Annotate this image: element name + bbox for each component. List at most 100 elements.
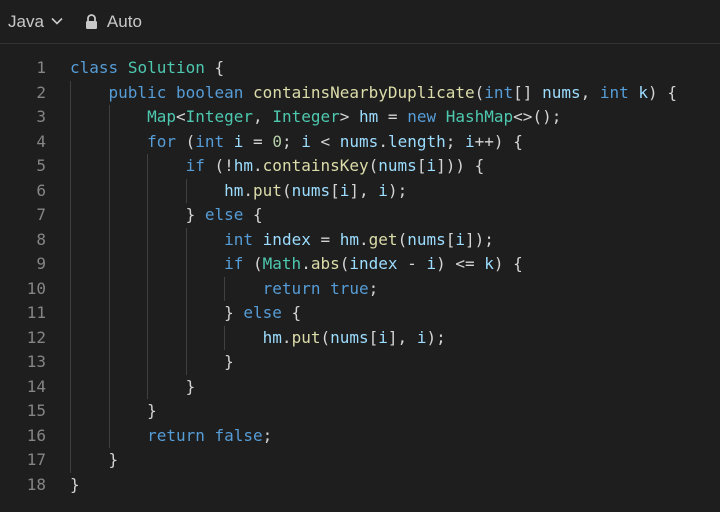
code-token: <>(); <box>513 107 562 126</box>
code-line[interactable]: 8 int index = hm.get(nums[i]); <box>0 228 720 253</box>
code-text: class Solution { <box>70 56 224 81</box>
code-token: < <box>175 107 186 126</box>
code-token: ( <box>243 254 263 273</box>
lock-icon <box>85 13 98 30</box>
language-selector[interactable]: Java <box>8 12 63 32</box>
code-token: [ <box>445 229 456 249</box>
line-number: 2 <box>36 82 46 102</box>
code-token: { <box>281 303 302 322</box>
code-line[interactable]: 3 Map<Integer, Integer> hm = new HashMap… <box>0 105 720 130</box>
code-token: [ <box>368 327 379 347</box>
line-number: 5 <box>36 156 46 175</box>
code-token: . <box>359 229 369 249</box>
code-line[interactable]: 4 for (int i = 0; i < nums.length; i++) … <box>0 130 720 155</box>
code-line[interactable]: 7 } else { <box>0 203 720 228</box>
code-token: , <box>253 107 273 126</box>
code-text: Map<Integer, Integer> hm = new HashMap<>… <box>70 105 561 130</box>
code-token: ( <box>474 82 485 102</box>
code-token: } <box>185 205 205 224</box>
code-token: true <box>330 278 369 298</box>
code-token: ( <box>320 327 331 347</box>
code-token: if <box>185 156 205 175</box>
code-token: put <box>253 180 282 200</box>
code-text: } <box>70 375 196 400</box>
code-token: index <box>262 229 311 249</box>
code-token: ); <box>387 180 408 200</box>
code-line[interactable]: 13 } <box>0 350 720 375</box>
code-text: int index = hm.get(nums[i]); <box>70 228 494 253</box>
code-text: hm.put(nums[i], i); <box>70 326 446 351</box>
code-line[interactable]: 5 if (!hm.containsKey(nums[i])) { <box>0 154 720 179</box>
code-token: } <box>108 450 119 469</box>
code-line[interactable]: 14 } <box>0 375 720 400</box>
code-token: ( <box>175 131 196 151</box>
code-token: class <box>70 58 119 77</box>
code-token: int <box>224 229 254 249</box>
code-text: } <box>70 399 157 424</box>
line-number: 10 <box>26 278 46 298</box>
code-line[interactable]: 18} <box>0 473 720 498</box>
line-number: 4 <box>36 131 46 151</box>
code-token: = <box>310 229 340 249</box>
code-token: index <box>349 254 398 273</box>
code-token: hm <box>224 180 244 200</box>
code-token: if <box>224 254 244 273</box>
code-token: return <box>262 278 321 298</box>
code-token: ]); <box>465 229 494 249</box>
code-token: . <box>301 254 311 273</box>
code-token: hm <box>339 229 360 249</box>
line-number: 6 <box>36 180 46 200</box>
code-token: k <box>638 82 649 102</box>
code-token: else <box>204 205 244 224</box>
code-text: } else { <box>70 301 301 326</box>
code-token: ; <box>262 425 273 445</box>
code-token: , <box>580 82 600 102</box>
code-line[interactable]: 2 public boolean containsNearbyDuplicate… <box>0 81 720 106</box>
line-number: 14 <box>26 376 46 396</box>
code-token: } <box>224 303 244 322</box>
code-token: = <box>243 131 273 151</box>
code-text: return false; <box>70 424 272 449</box>
code-token: nums <box>407 229 446 249</box>
code-token: ( <box>397 229 408 249</box>
code-line[interactable]: 17 } <box>0 448 720 473</box>
line-number: 8 <box>36 229 46 249</box>
code-text: for (int i = 0; i < nums.length; i++) { <box>70 130 523 155</box>
code-token: Integer <box>272 107 340 126</box>
code-token: Solution <box>127 58 205 77</box>
code-text: public boolean containsNearbyDuplicate(i… <box>70 81 677 106</box>
code-line[interactable]: 6 hm.put(nums[i], i); <box>0 179 720 204</box>
code-token: i <box>455 229 466 249</box>
code-line[interactable]: 1 class Solution { <box>0 56 720 81</box>
mode-label: Auto <box>106 11 142 31</box>
code-line[interactable]: 10 return true; <box>0 277 720 302</box>
code-token: ) <= <box>436 254 485 273</box>
code-token: i <box>465 131 475 151</box>
code-text: hm.put(nums[i], i); <box>70 179 407 204</box>
code-line[interactable]: 16 return false; <box>0 424 720 449</box>
code-line[interactable]: 9 if (Math.abs(index - i) <= k) { <box>0 252 720 277</box>
code-token: nums <box>330 327 369 347</box>
code-token: < <box>310 131 340 151</box>
code-token: int <box>195 131 225 151</box>
code-token: nums <box>291 180 331 200</box>
code-token: nums <box>378 156 417 175</box>
code-line[interactable]: 11 } else { <box>0 301 720 326</box>
code-token: i <box>426 156 437 175</box>
code-editor[interactable]: 1 class Solution {2 public boolean contai… <box>0 44 720 512</box>
code-line[interactable]: 15 } <box>0 399 720 424</box>
code-token: . <box>253 156 263 175</box>
line-number: 12 <box>26 327 46 347</box>
editor-toolbar: Java Auto <box>0 0 720 44</box>
autosave-mode[interactable]: Auto <box>85 12 142 32</box>
code-line[interactable]: 12 hm.put(nums[i], i); <box>0 326 720 351</box>
